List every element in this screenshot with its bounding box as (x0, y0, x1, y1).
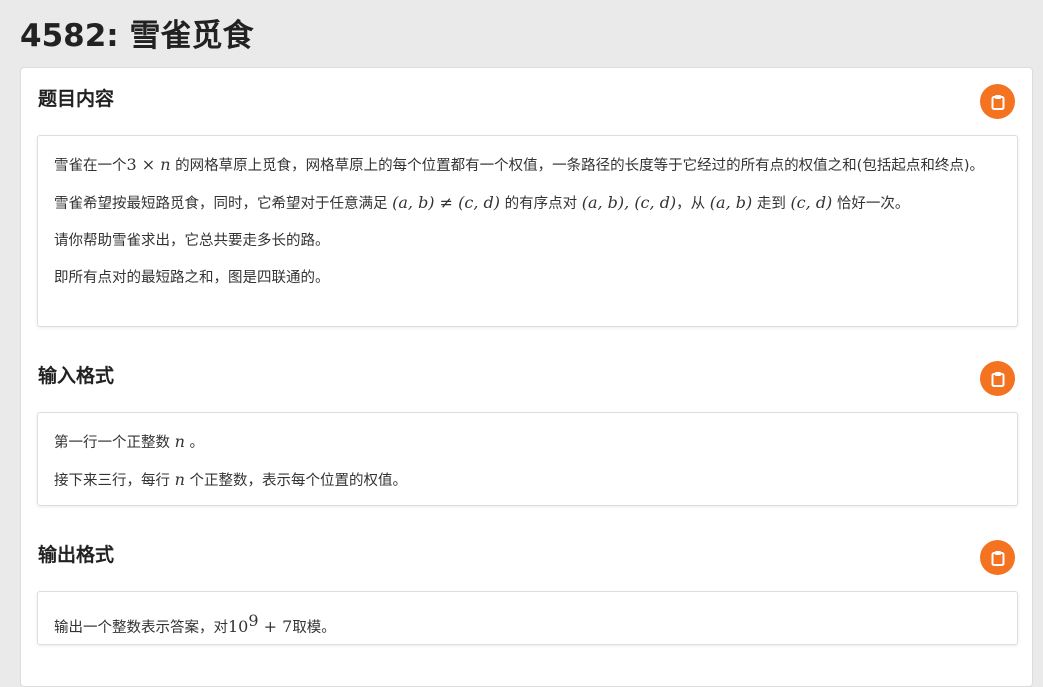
copy-description-button[interactable] (980, 84, 1015, 119)
description-paragraph-4: 即所有点对的最短路之和，图是四联通的。 (54, 270, 330, 286)
section-title-output: 输出格式 (38, 544, 115, 566)
description-paragraph-1: 雪雀在一个3 × n 的网格草原上觅食，网格草原上的每个位置都有一个权值，一条路… (54, 155, 984, 174)
input-paragraph-2: 接下来三行，每行 n 个正整数，表示每个位置的权值。 (54, 470, 408, 489)
output-paragraph-1: 输出一个整数表示答案，对109 + 7取模。 (54, 611, 336, 636)
copy-input-button[interactable] (980, 361, 1015, 396)
description-paragraph-2: 雪雀希望按最短路觅食，同时，它希望对于任意满足 (a, b) ≠ (c, d) … (54, 193, 910, 212)
problem-panel: 题目内容 雪雀在一个3 × n 的网格草原上觅食，网格草原上的每个位置都有一个权… (20, 67, 1033, 687)
description-content: 雪雀在一个3 × n 的网格草原上觅食，网格草原上的每个位置都有一个权值，一条路… (37, 135, 1018, 327)
input-content: 第一行一个正整数 n 。 接下来三行，每行 n 个正整数，表示每个位置的权值。 (37, 412, 1018, 506)
clipboard-icon (991, 371, 1004, 387)
copy-output-button[interactable] (980, 540, 1015, 575)
clipboard-icon (991, 94, 1004, 110)
clipboard-icon (991, 550, 1004, 566)
output-content: 输出一个整数表示答案，对109 + 7取模。 (37, 591, 1018, 645)
section-title-description: 题目内容 (38, 88, 115, 110)
input-paragraph-1: 第一行一个正整数 n 。 (54, 432, 205, 451)
section-title-input: 输入格式 (38, 365, 115, 387)
page-title: 4582: 雪雀觅食 (20, 18, 254, 54)
description-paragraph-3: 请你帮助雪雀求出，它总共要走多长的路。 (54, 233, 330, 249)
